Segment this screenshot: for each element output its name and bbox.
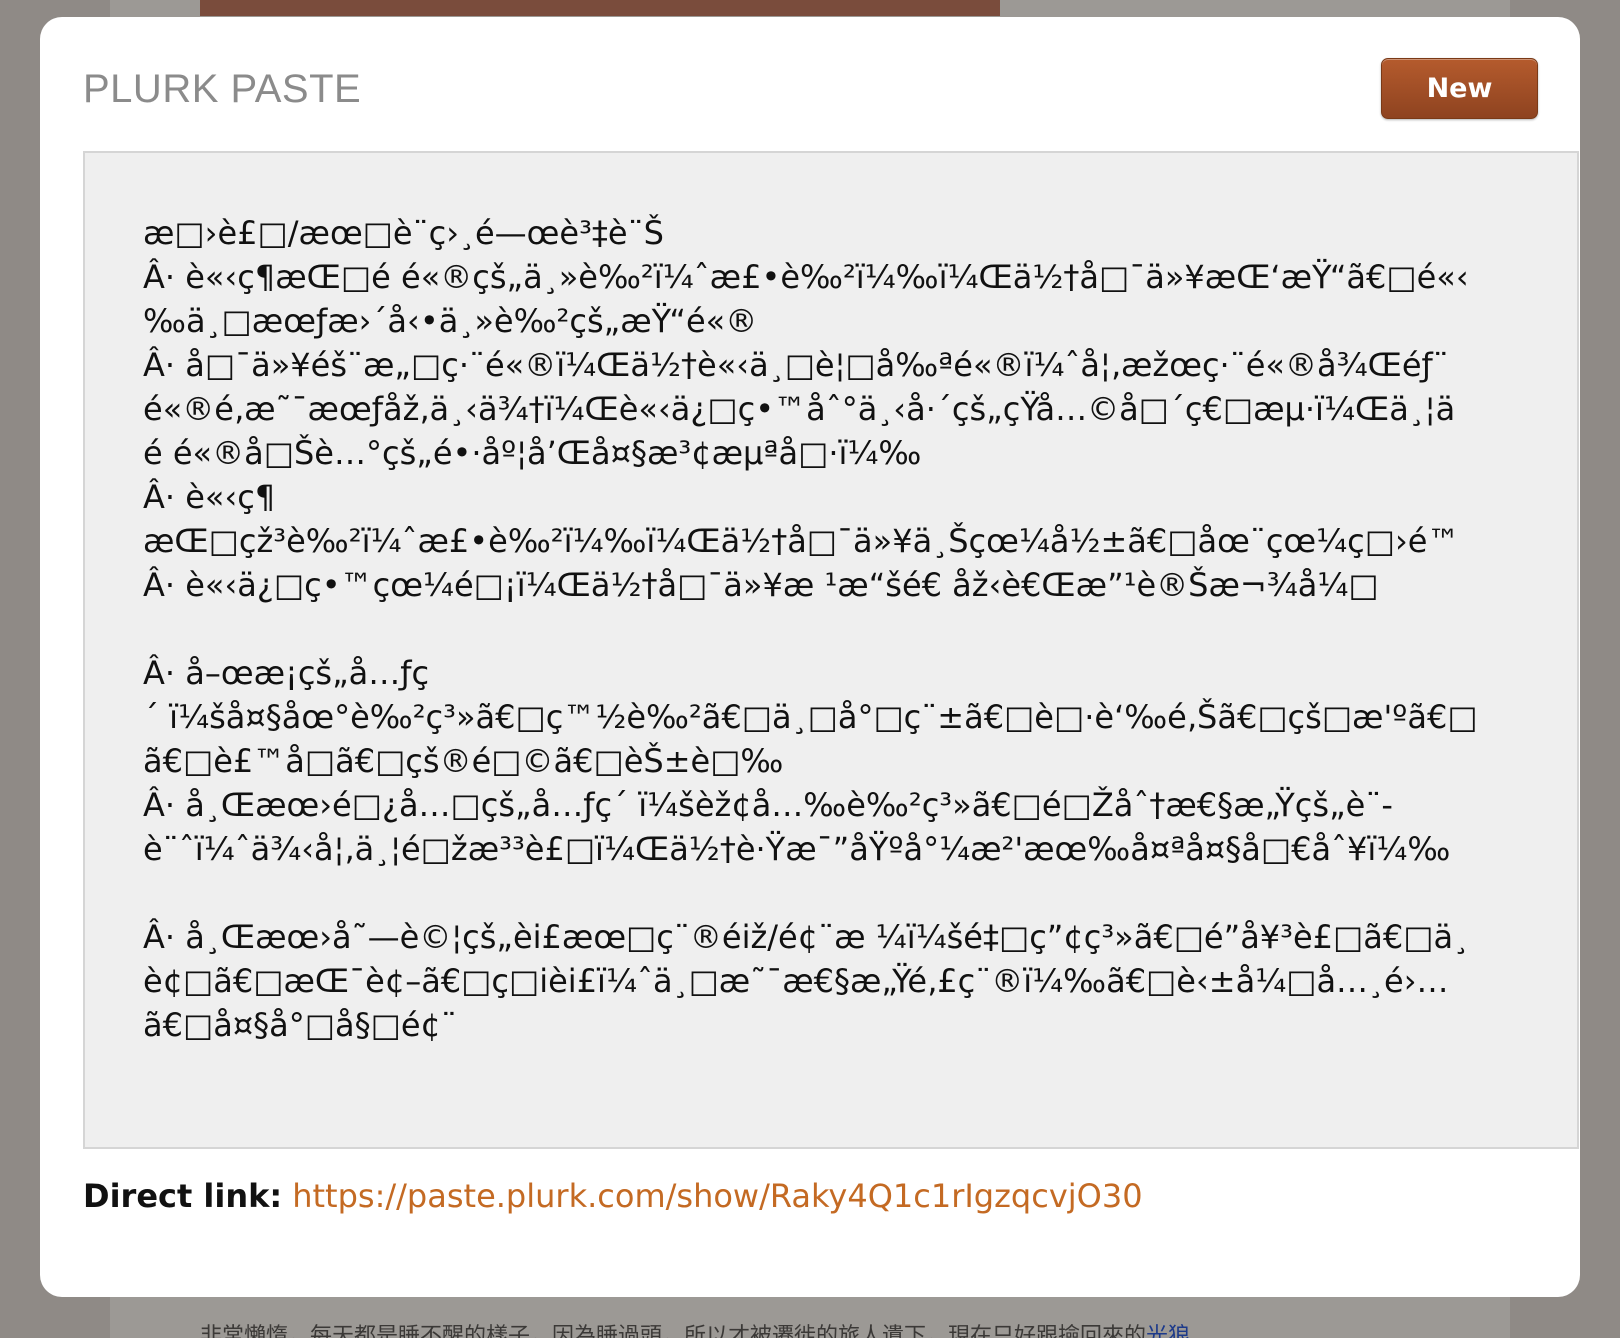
- background-header-image: [200, 0, 1000, 16]
- new-paste-button[interactable]: New: [1381, 58, 1538, 119]
- direct-link-url[interactable]: https://paste.plurk.com/show/Raky4Q1c1rI…: [292, 1177, 1142, 1215]
- paste-text: æ□›è£□/æœ□è¨ç›¸é—œè³‡è¨Š Â· è«‹ç¶æŒ□é é«…: [143, 214, 1478, 1044]
- background-profile-text: 非常懶惰，每天都是睡不醒的樣子，因為睡過頭，所以才被遷徙的旅人遺下，現在只好跟撿…: [200, 1318, 1190, 1338]
- modal-title: PLURK PASTE: [83, 67, 362, 111]
- paste-content-box[interactable]: æ□›è£□/æœ□è¨ç›¸é—œè³‡è¨Š Â· è«‹ç¶æŒ□é é«…: [83, 151, 1579, 1149]
- paste-modal: PLURK PASTE New æ□›è£□/æœ□è¨ç›¸é—œè³‡è¨Š…: [40, 17, 1580, 1297]
- direct-link-label: Direct link:: [83, 1177, 283, 1215]
- background-profile-link[interactable]: 光狼: [1146, 1324, 1190, 1338]
- direct-link-row: Direct link: https://paste.plurk.com/show…: [83, 1177, 1143, 1215]
- background-profile-description: 非常懶惰，每天都是睡不醒的樣子，因為睡過頭，所以才被遷徙的旅人遺下，現在只好跟撿…: [200, 1324, 1147, 1338]
